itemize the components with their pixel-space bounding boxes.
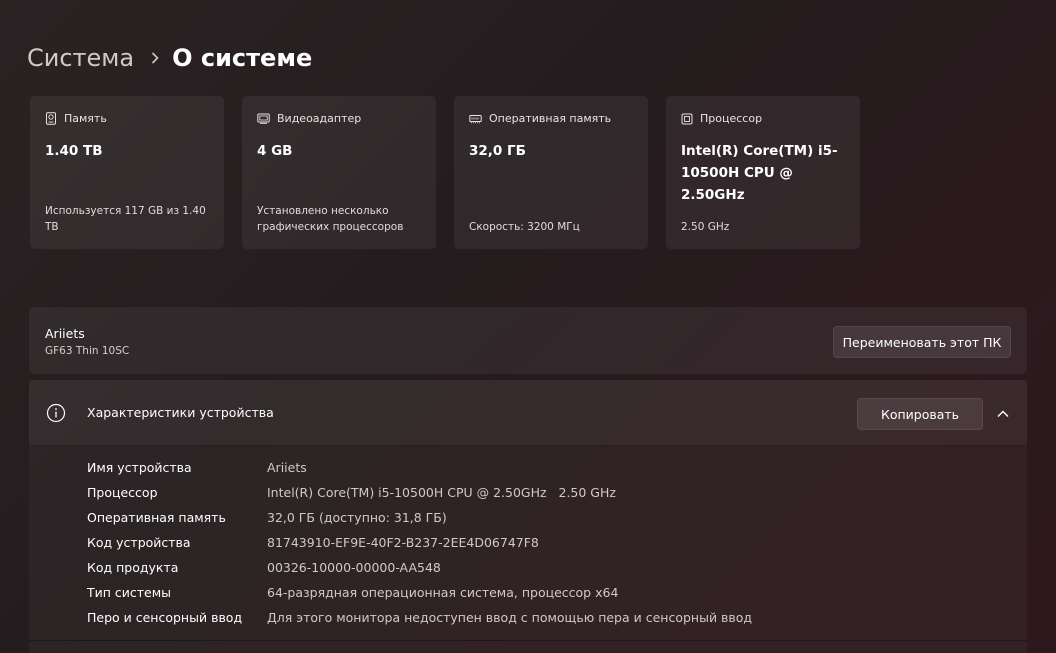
card-footer: Установлено несколько графических процес…	[257, 205, 404, 233]
spec-value: 00326-10000-00000-AA548	[267, 560, 441, 575]
page-title: О системе	[172, 44, 313, 72]
spec-label: Перо и сенсорный ввод	[87, 610, 243, 625]
spec-value: 64-разрядная операционная система, проце…	[267, 585, 619, 600]
card-footer: Скорость: 3200 МГц	[469, 221, 580, 233]
card-value: 32,0 ГБ	[469, 143, 526, 159]
pc-name-row: Ariiets GF63 Thin 10SC Переименовать это…	[29, 307, 1027, 374]
copy-button[interactable]: Копировать	[857, 398, 983, 430]
card-title: Процессор	[700, 112, 763, 125]
pc-model: GF63 Thin 10SC	[45, 345, 130, 357]
card-ram: Оперативная память 32,0 ГБ Скорость: 320…	[453, 95, 649, 250]
spec-row: Оперативная память 32,0 ГБ (доступно: 31…	[87, 508, 752, 533]
device-specs-panel: Характеристики устройства Копировать Имя…	[29, 380, 1027, 653]
card-storage: Память 1.40 TB Используется 117 GB из 1.…	[29, 95, 225, 250]
card-value: Intel(R) Core(TM) i5-10500H CPU @ 2.50GH…	[681, 143, 838, 203]
chevron-right-icon	[150, 51, 160, 65]
card-title: Память	[64, 112, 107, 125]
spec-row: Код продукта 00326-10000-00000-AA548	[87, 558, 752, 583]
spec-label: Процессор	[87, 485, 158, 500]
spec-row: Перо и сенсорный ввод Для этого монитора…	[87, 608, 752, 633]
spec-row: Код устройства 81743910-EF9E-40F2-B237-2…	[87, 533, 752, 558]
card-value: 4 GB	[257, 143, 293, 159]
card-footer: Используется 117 GB из 1.40 TB	[45, 205, 206, 233]
breadcrumb-parent-system[interactable]: Система	[27, 40, 134, 76]
card-processor: Процессор Intel(R) Core(TM) i5-10500H CP…	[665, 95, 861, 250]
card-value: 1.40 TB	[45, 143, 103, 159]
card-title: Оперативная память	[489, 112, 612, 125]
card-footer: 2.50 GHz	[681, 221, 730, 233]
spec-label: Тип системы	[87, 585, 172, 600]
ram-icon	[469, 114, 482, 123]
processor-icon	[681, 113, 693, 124]
chevron-up-icon[interactable]	[995, 406, 1011, 422]
spec-value: Ariiets	[267, 460, 307, 475]
card-display-adapter: Видеоадаптер 4 GB Установлено несколько …	[241, 95, 437, 250]
card-title: Видеоадаптер	[277, 112, 362, 125]
spec-value: 32,0 ГБ (доступно: 31,8 ГБ)	[267, 510, 447, 525]
info-icon	[46, 403, 66, 423]
spec-value: Для этого монитора недоступен ввод с пом…	[267, 610, 753, 625]
summary-cards: Память 1.40 TB Используется 117 GB из 1.…	[29, 95, 877, 250]
device-specs-header[interactable]: Характеристики устройства Копировать	[29, 380, 1027, 446]
rename-pc-button[interactable]: Переименовать этот ПК	[833, 326, 1011, 358]
spec-row: Имя устройства Ariiets	[87, 458, 752, 483]
spec-label: Имя устройства	[87, 460, 192, 475]
breadcrumb: Система О системе	[27, 40, 312, 76]
spec-label: Оперативная память	[87, 510, 226, 525]
pc-name: Ariiets	[45, 326, 85, 341]
device-specs-title: Характеристики устройства	[87, 405, 274, 420]
spec-value: Intel(R) Core(TM) i5-10500H CPU @ 2.50GH…	[267, 485, 616, 500]
spec-row: Процессор Intel(R) Core(TM) i5-10500H CP…	[87, 483, 752, 508]
divider	[29, 640, 1027, 641]
spec-label: Код продукта	[87, 560, 179, 575]
spec-row: Тип системы 64-разрядная операционная си…	[87, 583, 752, 608]
spec-label: Код устройства	[87, 535, 191, 550]
device-specs-list: Имя устройства Ariiets Процессор Intel(R…	[87, 458, 752, 633]
storage-icon	[46, 112, 56, 125]
spec-value: 81743910-EF9E-40F2-B237-2EE4D06747F8	[267, 535, 539, 550]
display-adapter-icon	[257, 113, 270, 124]
